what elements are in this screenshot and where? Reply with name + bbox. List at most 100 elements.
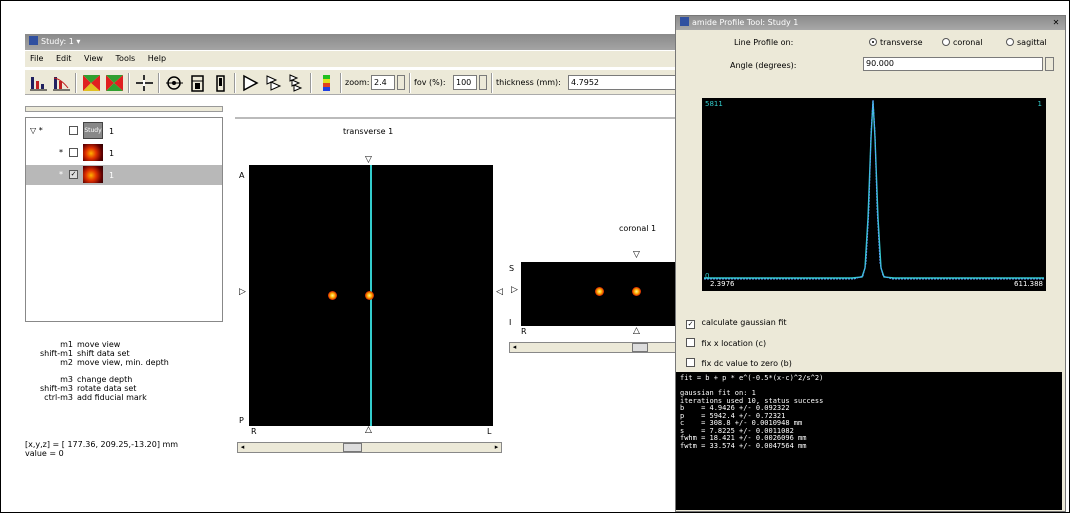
checkbox-label: fix x location (c) (701, 339, 767, 348)
tree-checkbox[interactable] (69, 148, 78, 157)
thickness-input[interactable]: 4.7952 (568, 75, 685, 90)
coronal-marker-top-icon[interactable]: ▽ (633, 250, 640, 260)
tree-row-dataset-selected[interactable]: * ✓ 1 (26, 165, 222, 185)
transverse-scrollbar[interactable]: ◂ ▸ (237, 442, 502, 453)
tree-row-study[interactable]: ▽ * Study 1 (26, 121, 222, 141)
radio-transverse[interactable]: transverse (869, 38, 923, 47)
fit-results-output[interactable]: fit = b + p * e^(-0.5*(x-c)^2/s^2) gaussi… (676, 372, 1062, 510)
coronal-view-toggle-icon[interactable] (263, 73, 284, 93)
radio-label: sagittal (1017, 38, 1047, 47)
interpolation-trilinear-icon[interactable] (51, 73, 72, 93)
menu-view[interactable]: View (84, 54, 103, 63)
angle-spinner-icon[interactable] (1045, 57, 1054, 71)
menu-tools[interactable]: Tools (116, 54, 136, 63)
dataset-thumbnail-icon (83, 166, 103, 183)
fov-label: fov (%): (414, 78, 446, 87)
hotspot-right (365, 291, 374, 300)
scroll-thumb[interactable] (632, 343, 648, 352)
gaussian-fit-checkbox[interactable]: ✓ calculate gaussian fit (686, 318, 787, 329)
angle-label: Angle (degrees): (730, 61, 797, 70)
tree-item-label: 1 (109, 127, 115, 136)
toolbar-separator (234, 73, 236, 93)
menu-edit[interactable]: Edit (56, 54, 72, 63)
screenshot-frame: Study: 1 ▾ File Edit View Tools Help zoo… (0, 0, 1070, 513)
toolbar-separator (75, 73, 77, 93)
coronal-view-canvas[interactable] (521, 262, 685, 326)
tree-row-dataset[interactable]: * 1 (26, 143, 222, 163)
view-ortho-icon[interactable] (210, 73, 231, 93)
fov-input[interactable]: 100 (453, 75, 477, 90)
menu-bar: File Edit View Tools Help (25, 51, 685, 67)
dataset-thumbnail-icon (83, 144, 103, 161)
menu-file[interactable]: File (30, 54, 43, 63)
hint-text: add fiducial mark (77, 393, 147, 402)
cursor-coordinates: [x,y,z] = [ 177.36, 209.25,-13.20] mm (25, 440, 179, 449)
hint-key: shift-m1 (39, 349, 73, 358)
radio-sagittal[interactable]: sagittal (1006, 38, 1047, 47)
view-linked-icon[interactable] (187, 73, 208, 93)
hotspot-left (328, 291, 337, 300)
fuse-blend-icon[interactable] (81, 73, 102, 93)
plot-ymax-label: 5811 (705, 100, 723, 108)
study-window-titlebar[interactable]: Study: 1 ▾ (25, 34, 685, 50)
plot-xmax-label: 611.388 (1014, 280, 1043, 288)
scroll-left-icon[interactable]: ◂ (510, 343, 519, 352)
fit-line: fit = b + p * e^(-0.5*(x-c)^2/s^2) (680, 374, 824, 382)
canvas-top-divider (235, 117, 685, 119)
tree-header-bar[interactable] (25, 106, 223, 112)
orientation-label-right: R (251, 427, 257, 436)
view-marker-left-icon[interactable]: ▷ (239, 287, 246, 297)
fov-spinner-icon[interactable] (479, 75, 487, 90)
fuse-overlay-icon[interactable] (104, 73, 125, 93)
interpolation-nearest-icon[interactable] (28, 73, 49, 93)
hint-row: m1 move view (25, 340, 169, 349)
crosshair-icon[interactable] (134, 73, 155, 93)
orientation-label-right: R (521, 327, 527, 336)
coronal-view-title: coronal 1 (619, 224, 657, 233)
scroll-thumb[interactable] (343, 443, 362, 452)
fix-x-location-checkbox[interactable]: fix x location (c) (686, 338, 766, 348)
fix-dc-value-checkbox[interactable]: fix dc value to zero (b) (686, 358, 792, 368)
toolbar-separator (409, 73, 411, 93)
view-marker-bottom-icon[interactable]: △ (365, 425, 372, 435)
hint-row: shift-m3 rotate data set (25, 384, 169, 393)
line-profile-label: Line Profile on: (734, 38, 794, 47)
view-single-icon[interactable] (164, 73, 185, 93)
tree-checkbox-checked[interactable]: ✓ (69, 170, 78, 179)
hint-key: ctrl-m3 (44, 393, 73, 402)
scroll-right-icon[interactable]: ▸ (492, 443, 501, 452)
coronal-marker-left-icon[interactable]: ▷ (511, 285, 518, 295)
close-icon[interactable]: ✕ (1051, 18, 1061, 28)
zoom-input[interactable]: 2.4 (371, 75, 395, 90)
radio-indicator (1006, 38, 1014, 46)
sagittal-view-toggle-icon[interactable] (286, 73, 307, 93)
scroll-left-icon[interactable]: ◂ (238, 443, 247, 452)
transverse-view-toggle-icon[interactable] (240, 73, 261, 93)
menu-help[interactable]: Help (148, 54, 166, 63)
tree-marker: * (59, 170, 63, 179)
radio-indicator (869, 38, 877, 46)
orientation-label-inferior: I (509, 318, 512, 327)
view-marker-right-icon[interactable]: ◁ (496, 287, 503, 297)
hotspot-left (595, 287, 604, 296)
coronal-scrollbar[interactable]: ◂ (509, 342, 685, 353)
plot-xmin-label: 2.3976 (710, 280, 735, 288)
amide-app-icon (680, 17, 689, 26)
coronal-marker-bottom-icon[interactable]: △ (633, 326, 640, 336)
checkbox-box (686, 338, 695, 347)
view-marker-top-icon[interactable]: ▽ (365, 155, 372, 165)
zoom-spinner-icon[interactable] (397, 75, 405, 90)
hotspot-right (632, 287, 641, 296)
zoom-label: zoom: (345, 78, 370, 87)
profile-plot[interactable]: 5811 1 0 2.3976 611.388 (702, 98, 1046, 291)
radio-indicator (942, 38, 950, 46)
profile-tool-titlebar[interactable]: amide Profile Tool: Study 1 ✕ (676, 16, 1065, 30)
profile-tool-title: amide Profile Tool: Study 1 (692, 18, 799, 27)
color-table-icon[interactable] (316, 73, 337, 93)
tree-expander[interactable]: ▽ * (30, 126, 43, 135)
data-set-tree: ▽ * Study 1 * 1 * ✓ 1 (25, 117, 223, 322)
radio-coronal[interactable]: coronal (942, 38, 983, 47)
angle-input[interactable]: 90.000 (863, 57, 1043, 71)
tree-checkbox[interactable] (69, 126, 78, 135)
transverse-view-canvas[interactable] (249, 165, 493, 426)
